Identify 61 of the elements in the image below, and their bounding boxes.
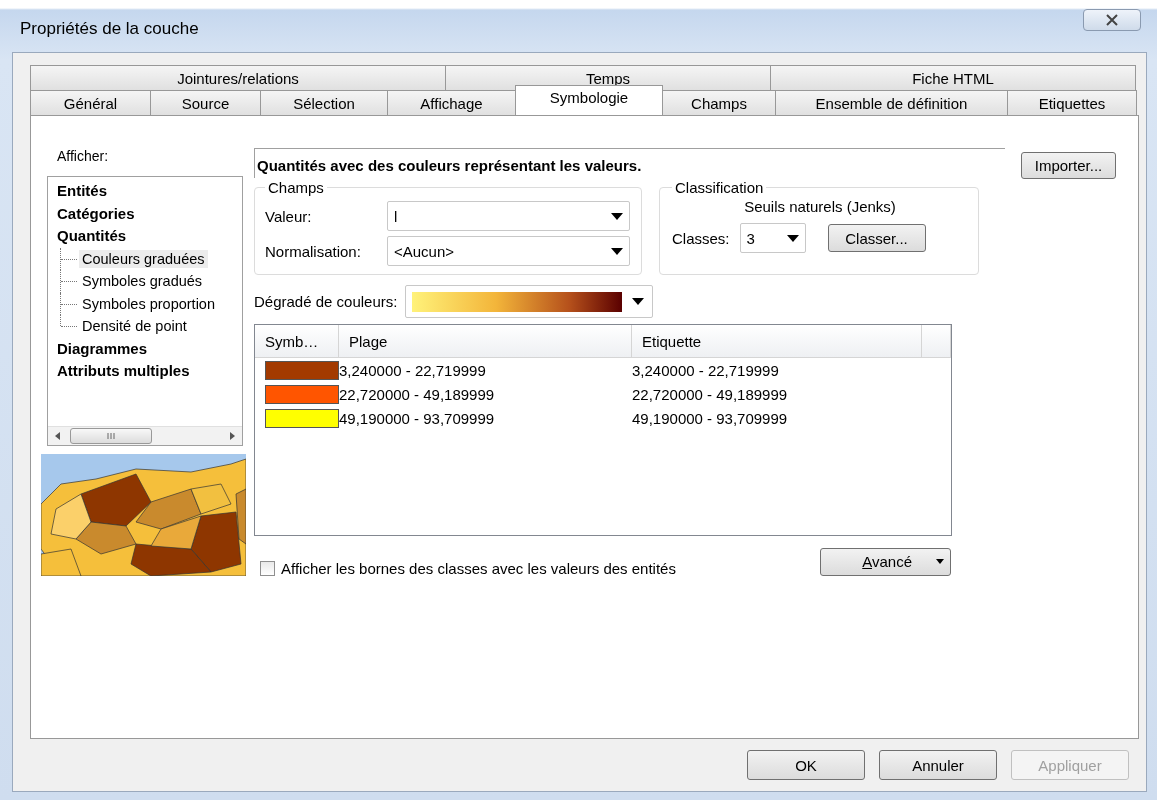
dropdown[interactable]: <Aucun> xyxy=(387,236,630,266)
field-label: Valeur: xyxy=(265,207,313,225)
tab[interactable]: Fiche HTML xyxy=(770,65,1136,90)
method-text: Seuils naturels (Jenks) xyxy=(743,198,897,215)
tab[interactable]: Source xyxy=(150,90,261,115)
tab[interactable]: Jointures/relations xyxy=(30,65,446,90)
tree-item[interactable]: Symboles gradués xyxy=(79,272,206,291)
tree-item[interactable]: Symboles proportion xyxy=(79,294,218,313)
color-ramp-label: Dégradé de couleurs: xyxy=(254,293,398,310)
color-swatch[interactable] xyxy=(265,408,339,428)
caret-icon xyxy=(786,234,799,242)
group-title: Champs xyxy=(267,179,325,196)
tree-item[interactable]: Couleurs graduées xyxy=(79,249,208,268)
table-cell-text: 49,190000 - 93,709999 xyxy=(339,409,496,427)
window-title: Propriétés de la couche xyxy=(19,19,199,39)
classify-button[interactable]: Classer... xyxy=(827,224,926,252)
classes-label: Classes: xyxy=(672,229,730,247)
group-title: Classification xyxy=(674,179,765,196)
tree-item[interactable]: Catégories xyxy=(57,202,135,225)
column-header[interactable]: Etiquette xyxy=(632,325,922,357)
checkbox[interactable] xyxy=(260,561,275,576)
checkbox-label: Afficher les bornes des classes avec les valeurs des entités xyxy=(281,560,676,577)
tab[interactable]: Champs xyxy=(662,90,776,115)
horizontal-scrollbar[interactable] xyxy=(48,426,242,445)
tab[interactable]: Sélection xyxy=(260,90,388,115)
table-cell-text: 49,190000 - 93,709999 xyxy=(632,409,789,427)
close-icon xyxy=(1105,14,1119,26)
column-header[interactable]: Symb… xyxy=(255,325,339,357)
classes-dropdown[interactable]: 3 xyxy=(739,223,806,253)
advanced-button[interactable]: Avancé xyxy=(820,547,951,576)
dialog-button[interactable]: Annuler xyxy=(879,750,997,780)
description-text: Quantités avec des couleurs représentant les valeurs. xyxy=(254,148,1005,178)
tab[interactable]: Affichage xyxy=(387,90,516,115)
tree-item[interactable]: Entités xyxy=(57,180,107,203)
caret-icon xyxy=(611,212,623,220)
table-cell-text: 22,720000 - 49,189999 xyxy=(339,385,496,403)
tree-item[interactable]: Quantités xyxy=(57,225,127,248)
scroll-thumb[interactable] xyxy=(70,428,152,444)
show-label: Afficher: xyxy=(56,148,110,166)
tree-item[interactable]: Attributs multiples xyxy=(57,360,190,383)
tab[interactable]: Etiquettes xyxy=(1007,90,1137,115)
tab[interactable]: Ensemble de définition xyxy=(775,90,1008,115)
table-cell-text: 22,720000 - 49,189999 xyxy=(632,385,789,403)
column-header[interactable]: Plage xyxy=(339,325,632,357)
table-cell-text: 3,240000 - 22,719999 xyxy=(339,361,487,379)
table-cell-text: 3,240000 - 22,719999 xyxy=(632,361,780,379)
field-label: Normalisation: xyxy=(265,242,362,260)
tab[interactable]: Symbologie xyxy=(515,85,663,115)
color-swatch[interactable] xyxy=(265,360,339,380)
caret-icon xyxy=(611,247,623,255)
color-ramp-dropdown[interactable] xyxy=(405,285,654,318)
tree-item[interactable]: Densité de point xyxy=(79,317,190,336)
close-button[interactable] xyxy=(1083,9,1141,31)
import-button[interactable]: Importer... xyxy=(1021,152,1116,179)
dialog-button[interactable]: OK xyxy=(747,750,865,780)
caret-icon xyxy=(632,298,645,305)
tab[interactable]: Général xyxy=(30,90,151,115)
caret-icon xyxy=(936,559,944,564)
dropdown[interactable]: l xyxy=(387,201,630,231)
tree-item[interactable]: Diagrammes xyxy=(57,337,148,360)
color-swatch[interactable] xyxy=(265,384,339,404)
